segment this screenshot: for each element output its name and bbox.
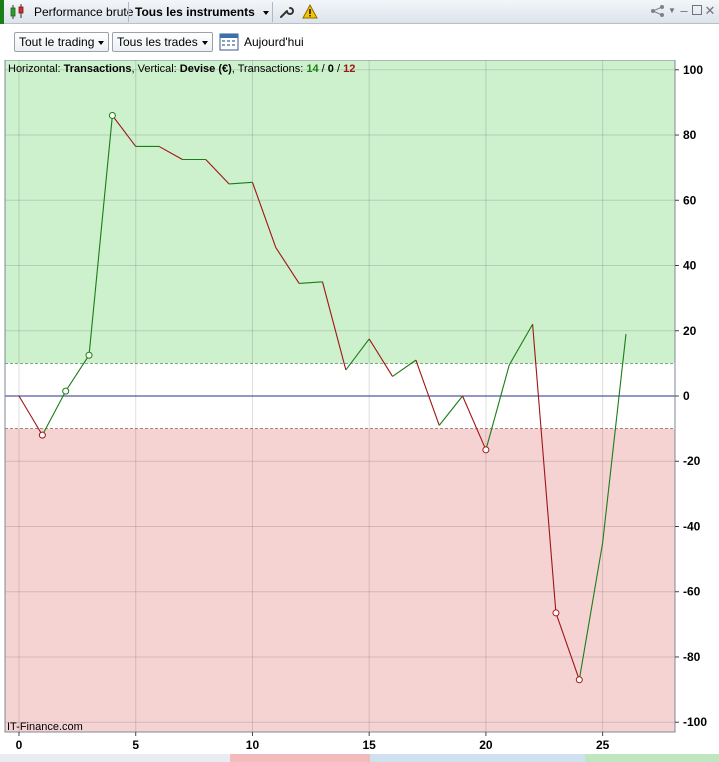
instrument-selector[interactable]: Tous les instruments xyxy=(135,0,270,24)
count-separator: / xyxy=(319,63,328,75)
chevron-down-icon xyxy=(201,40,208,45)
losers-count: 12 xyxy=(343,63,355,75)
status-strip-positive xyxy=(585,754,719,762)
y-tick-label: -20 xyxy=(683,454,701,468)
trade-marker xyxy=(38,431,46,439)
candlestick-icon xyxy=(8,0,28,24)
trades-filter-dropdown[interactable]: Tous les trades xyxy=(112,32,213,52)
y-tick-label: 60 xyxy=(683,193,697,207)
watermark-text: IT-Finance.com xyxy=(7,721,83,733)
y-tick-label: -40 xyxy=(683,519,701,533)
calendar-icon[interactable] xyxy=(219,31,239,51)
bottom-status-strip xyxy=(0,754,719,762)
equity-segment-down xyxy=(415,359,440,426)
vertical-value: Devise (€) xyxy=(180,63,232,75)
y-tick-label: 20 xyxy=(683,324,697,338)
wrench-icon[interactable] xyxy=(278,0,294,24)
x-tick-label: 20 xyxy=(479,738,493,752)
y-tick-label: 100 xyxy=(683,63,703,77)
horizontal-label: Horizontal: xyxy=(8,63,64,75)
y-tick-label: 0 xyxy=(683,389,690,403)
warning-icon[interactable] xyxy=(302,0,318,24)
trading-filter-label: Tout le trading xyxy=(19,35,95,49)
negative-zone xyxy=(5,428,675,732)
x-tick-label: 0 xyxy=(16,738,23,752)
filter-toolbar: Tout le trading Tous les trades Aujourd'… xyxy=(0,24,719,60)
titlebar-divider xyxy=(272,2,273,22)
y-tick-label: -100 xyxy=(683,715,707,729)
maximize-icon[interactable] xyxy=(690,4,704,18)
titlebar-divider xyxy=(128,2,129,22)
trade-marker xyxy=(575,676,583,684)
minimize-icon[interactable]: – xyxy=(677,4,691,18)
y-tick-label: -80 xyxy=(683,650,701,664)
trades-filter-label: Tous les trades xyxy=(117,35,198,49)
chevron-down-icon xyxy=(263,10,270,15)
equity-segment-up xyxy=(438,395,463,426)
status-strip-neutral xyxy=(370,754,585,762)
x-tick-label: 15 xyxy=(363,738,377,752)
equity-curve-chart: 100806040200-20-40-60-80-100 0 5 10 15 20 25 … xyxy=(4,60,707,752)
trade-marker xyxy=(62,387,70,395)
positive-zone xyxy=(5,60,675,364)
y-tick-label: 40 xyxy=(683,259,697,273)
window-edge-marker xyxy=(0,0,4,24)
trade-marker xyxy=(482,446,490,454)
trading-filter-dropdown[interactable]: Tout le trading xyxy=(14,32,110,52)
horizontal-value: Transactions xyxy=(64,63,132,75)
x-tick-label: 25 xyxy=(596,738,610,752)
share-icon[interactable] xyxy=(650,4,664,18)
tab-performance-brute[interactable]: Performance brute xyxy=(34,0,133,24)
trade-marker xyxy=(108,111,116,119)
status-strip-negative xyxy=(230,754,370,762)
trade-marker xyxy=(85,351,93,359)
today-button[interactable]: Aujourd'hui xyxy=(244,35,304,49)
vertical-label: , Vertical: xyxy=(132,63,180,75)
close-icon[interactable]: ✕ xyxy=(703,4,717,18)
x-tick-label: 5 xyxy=(132,738,139,752)
y-tick-label: -60 xyxy=(683,585,701,599)
count-separator: / xyxy=(334,63,343,75)
y-tick-label: 80 xyxy=(683,128,697,142)
transactions-label: , Transactions: xyxy=(232,63,307,75)
trade-marker xyxy=(552,609,560,617)
instrument-selector-label: Tous les instruments xyxy=(135,5,255,19)
x-axis: 0 5 10 15 20 25 xyxy=(16,732,610,752)
window-titlebar: Performance brute Tous les instruments ▼… xyxy=(0,0,719,24)
chevron-down-icon xyxy=(98,40,105,45)
x-tick-label: 10 xyxy=(246,738,260,752)
y-axis: 100 80 60 40 20 0 -20 -40 -60 -80 -100 xyxy=(675,63,707,729)
chart-info-line: Horizontal: Transactions, Vertical: Devi… xyxy=(8,63,355,75)
winners-count: 14 xyxy=(306,63,319,75)
